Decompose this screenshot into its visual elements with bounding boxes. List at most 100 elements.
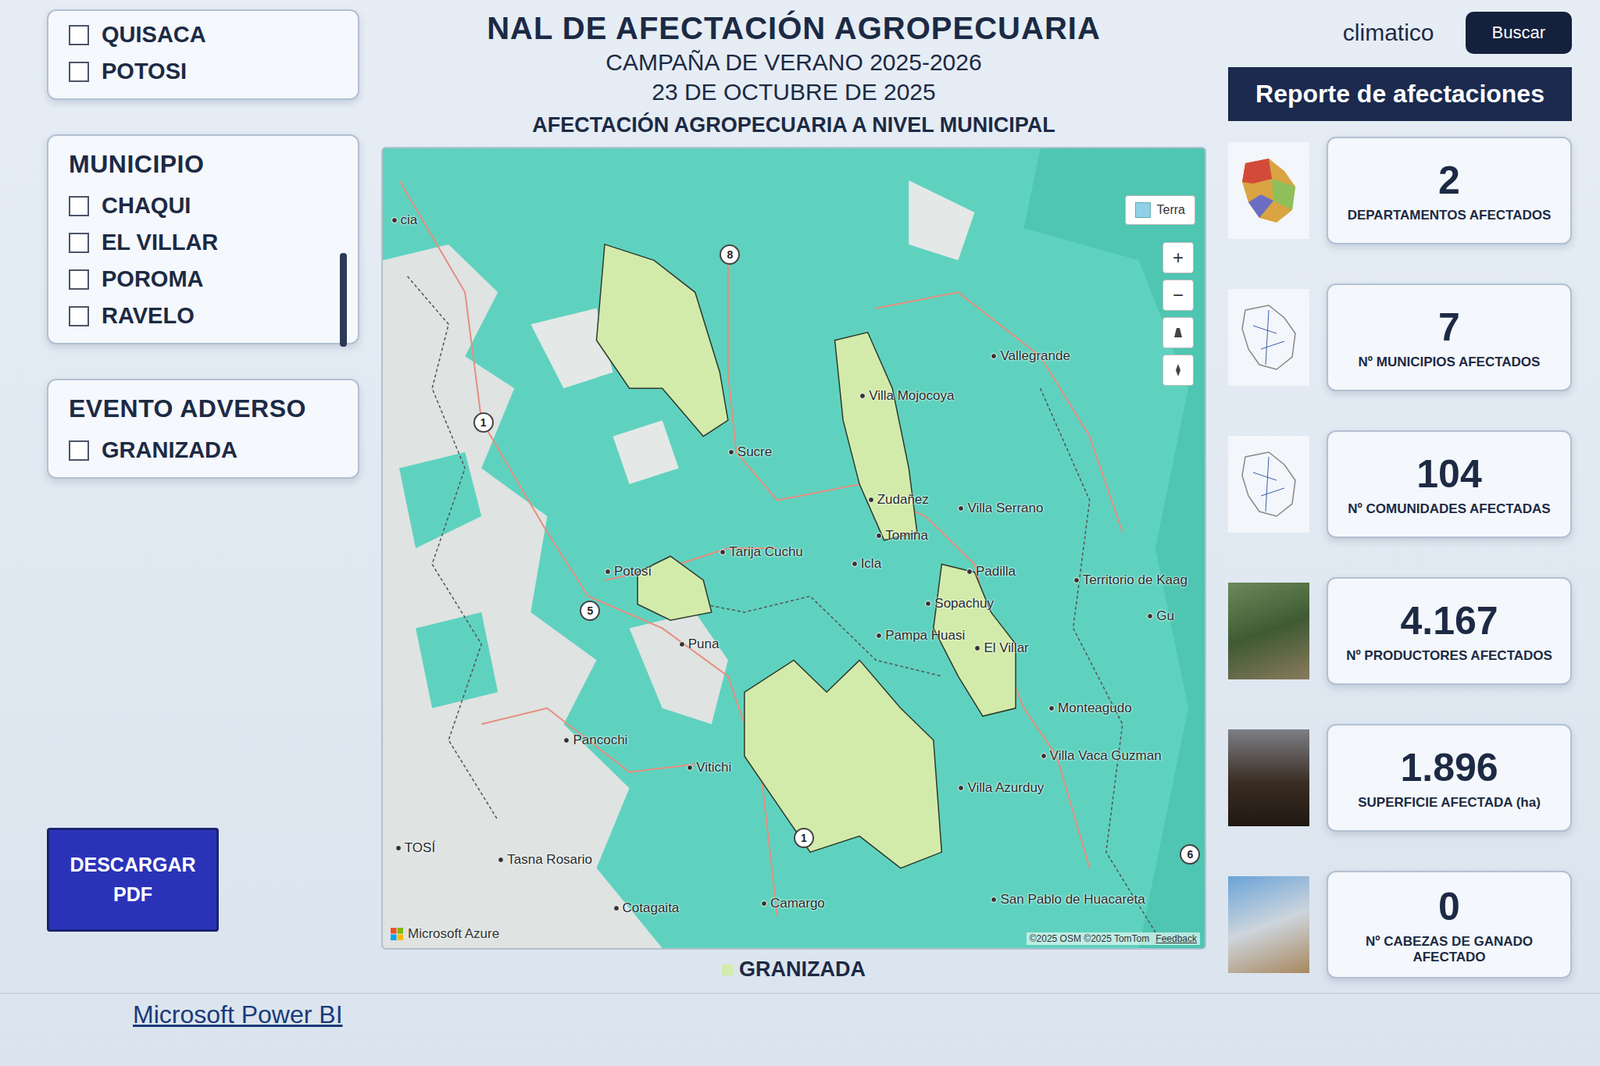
place-label: TOSÍ [395, 840, 436, 857]
kpi-thumbnail [1228, 582, 1310, 680]
place-name: Pancochi [572, 732, 628, 749]
compass-icon [1171, 363, 1186, 378]
place-dot-icon [990, 896, 997, 904]
power-bi-link[interactable]: Microsoft Power BI [132, 1000, 343, 1030]
report-title: NAL DE AFECTACIÓN AGROPECUARIA [381, 10, 1207, 47]
scrollbar[interactable] [339, 253, 347, 347]
checkbox-icon[interactable] [68, 440, 90, 461]
zoom-in-button[interactable]: + [1162, 242, 1194, 274]
kpi-row: 0Nº CABEZAS DE GANADO AFECTADO [1228, 871, 1572, 979]
kpi-thumbnail [1228, 729, 1310, 827]
checkbox-icon[interactable] [68, 306, 90, 327]
kpi-card: 104Nº COMUNIDADES AFECTADAS [1326, 430, 1572, 539]
place-label: Tarija Cuchu [719, 544, 804, 561]
kpi-thumbnail [1228, 289, 1310, 386]
legend-label: GRANIZADA [739, 957, 866, 983]
municipality-filter: MUNICIPIO CHAQUI EL VILLAR POROMA RAVELO [46, 134, 360, 345]
kpi-value: 2 [1438, 157, 1461, 204]
place-name: Icla [860, 556, 882, 572]
checkbox-icon[interactable] [68, 196, 90, 217]
place-label: Cotagaita [613, 900, 680, 917]
place-dot-icon [851, 560, 858, 568]
option-label: EL VILLAR [101, 229, 218, 256]
place-name: Zudañez [877, 492, 929, 508]
department-option[interactable]: QUISACA [68, 21, 338, 48]
zoom-out-button[interactable]: − [1162, 279, 1194, 311]
place-label: Sopachuy [925, 596, 994, 612]
report-date: 23 DE OCTUBRE DE 2025 [381, 78, 1207, 106]
place-dot-icon [728, 449, 735, 456]
place-dot-icon [563, 737, 570, 744]
place-name: Villa Azurduy [967, 780, 1044, 797]
map-heading: AFECTACIÓN AGROPECUARIA A NIVEL MUNICIPA… [381, 113, 1207, 138]
filter-title: MUNICIPIO [68, 150, 338, 183]
search-button[interactable]: Buscar [1465, 11, 1572, 54]
place-name: Sucre [737, 444, 772, 461]
place-label: Zudañez [867, 492, 929, 508]
municipality-option[interactable]: EL VILLAR [68, 229, 338, 256]
place-label: Icla [851, 556, 882, 572]
place-name: Tarija Cuchu [728, 544, 804, 561]
option-label: QUISACA [101, 21, 207, 48]
place-dot-icon [719, 549, 726, 556]
place-label: Villa Vaca Guzman [1040, 748, 1162, 765]
dashboard-page: QUISACA POTOSI MUNICIPIO CHAQUI EL VILLAR POR… [0, 0, 1600, 1066]
kpi-card: 4.167Nº PRODUCTORES AFECTADOS [1326, 577, 1572, 686]
department-option[interactable]: POTOSI [68, 58, 338, 85]
kpi-thumbnail [1228, 435, 1310, 533]
place-label: Territorio de Kaag [1073, 572, 1188, 589]
map-style-button[interactable]: Terra [1125, 195, 1196, 225]
checkbox-icon[interactable] [68, 232, 90, 254]
download-pdf-button[interactable]: DESCARGAR PDF [46, 828, 219, 933]
feedback-link[interactable]: Feedback [1155, 933, 1197, 945]
place-dot-icon [395, 845, 402, 852]
place-dot-icon [957, 505, 965, 512]
map-controls: +− [1162, 242, 1194, 386]
checkbox-icon[interactable] [68, 269, 90, 290]
map-style-label: Terra [1157, 203, 1186, 218]
place-label: Villa Azurduy [957, 780, 1044, 797]
municipality-option[interactable]: RAVELO [68, 303, 338, 329]
compass-button[interactable] [1162, 354, 1194, 386]
event-option[interactable]: GRANIZADA [68, 437, 338, 464]
place-dot-icon [990, 353, 997, 360]
place-name: Vallegrande [1000, 348, 1070, 365]
place-name: Tomina [885, 528, 929, 544]
kpi-label: Nº MUNICIPIOS AFECTADOS [1358, 354, 1541, 371]
place-label: Tomina [875, 528, 929, 544]
kpi-card: 7Nº MUNICIPIOS AFECTADOS [1326, 283, 1572, 392]
report-screen: QUISACA POTOSI MUNICIPIO CHAQUI EL VILLAR POR… [0, 0, 1600, 993]
place-dot-icon [760, 900, 768, 908]
pitch-button[interactable] [1162, 317, 1194, 349]
brand-text: Microsoft Azure [407, 926, 500, 943]
municipality-option[interactable]: POROMA [68, 266, 338, 293]
municipality-option[interactable]: CHAQUI [68, 192, 338, 219]
place-name: Padilla [975, 564, 1016, 580]
legend-swatch-icon [721, 964, 733, 976]
microsoft-logo-icon [390, 928, 404, 941]
place-name: San Pablo de Huacareta [1000, 892, 1145, 908]
place-name: Gu [1156, 608, 1175, 625]
place-name: Villa Mojocoya [868, 388, 954, 404]
place-dot-icon [1146, 613, 1154, 620]
place-name: Villa Serrano [967, 500, 1043, 517]
place-label: Pampa Huasi [875, 628, 965, 644]
map[interactable]: ciaVallegrandeVilla MojocoyaSucreZudañez… [381, 146, 1207, 950]
place-label: Gu [1146, 608, 1175, 625]
place-dot-icon [391, 217, 398, 224]
place-dot-icon [957, 785, 965, 792]
place-label: Monteagudo [1048, 700, 1133, 717]
place-dot-icon [875, 632, 883, 640]
checkbox-icon[interactable] [68, 61, 90, 83]
road-shield: 5 [579, 600, 600, 622]
road-shield: 8 [719, 244, 740, 265]
kpi-row: 104Nº COMUNIDADES AFECTADAS [1228, 430, 1572, 539]
map-attribution: ©2025 OSM ©2025 TomTomFeedback [1026, 932, 1200, 946]
place-dot-icon [1073, 577, 1080, 584]
place-name: Pampa Huasi [885, 628, 965, 644]
checkbox-icon[interactable] [68, 25, 90, 46]
option-label: CHAQUI [101, 192, 191, 219]
place-label: Tasna Rosario [497, 852, 593, 868]
place-dot-icon [1040, 753, 1047, 760]
place-dot-icon [613, 905, 620, 912]
